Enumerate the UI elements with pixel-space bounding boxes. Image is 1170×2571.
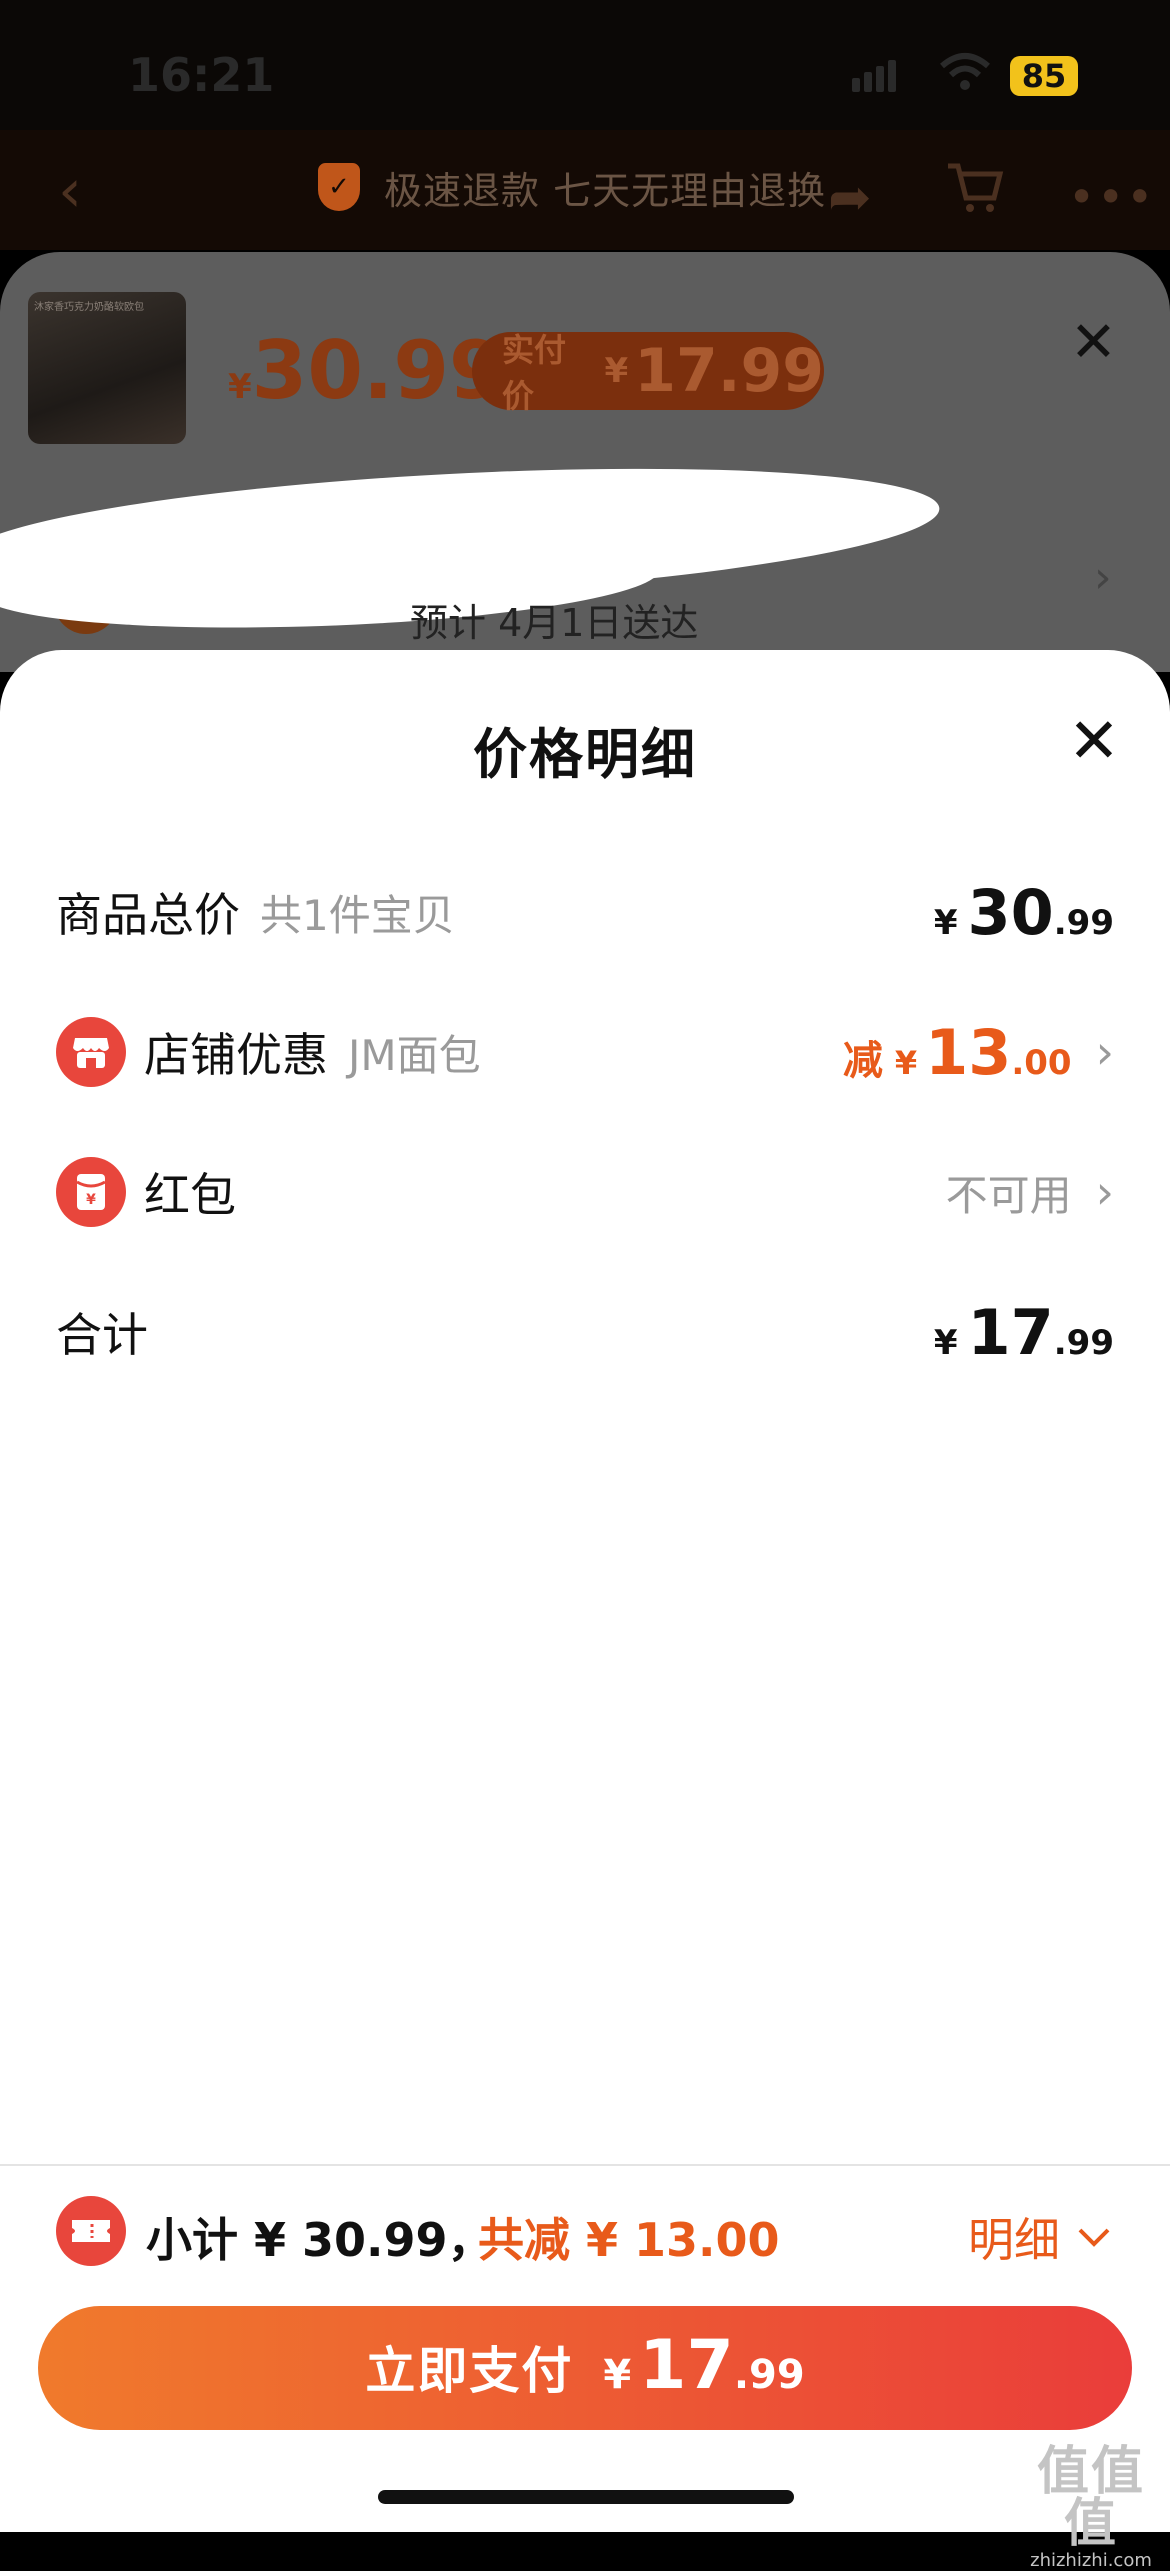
price-integer: 30 — [967, 875, 1054, 949]
more-icon[interactable]: ••• — [1068, 170, 1155, 224]
row-sublabel: 共1件宝贝 — [260, 890, 455, 940]
red-packet-icon: ¥ — [56, 1157, 126, 1227]
row-label: 商品总价 — [56, 888, 240, 942]
price-decimal: .99 — [1053, 902, 1114, 943]
close-icon[interactable]: ✕ — [1070, 310, 1117, 375]
wifi-icon — [938, 52, 992, 92]
refund-text: 极速退款 七天无理由退换 — [384, 168, 827, 213]
red-packet-status: 不可用 — [945, 1170, 1072, 1220]
chevron-right-icon: › — [1095, 1165, 1114, 1219]
watermark-logo: 值值值 — [1036, 2442, 1145, 2554]
sum-total-price: ¥17.99 — [934, 1296, 1114, 1369]
order-summary-bar: 小计 ¥ 30.99， 共减 ¥ 13.00 明细 — [0, 2186, 1170, 2276]
price-decimal: .99 — [1053, 1322, 1114, 1363]
thumbnail-caption: 沐家香巧克力奶酪软欧包 — [34, 302, 144, 312]
row-label: 店铺优惠 — [144, 1028, 328, 1082]
currency-symbol: ¥ — [933, 902, 958, 943]
site-watermark: 值值值 zhizhizhi.com — [1016, 2446, 1166, 2571]
status-time: 16:21 — [128, 48, 275, 102]
watermark-url: zhizhizhi.com — [1030, 2550, 1152, 2571]
shield-icon: ✓ — [318, 163, 360, 211]
svg-text:¥: ¥ — [86, 1192, 96, 1208]
pay-now-label: 立即支付 — [365, 2342, 574, 2400]
store-icon — [56, 1017, 126, 1087]
home-indicator — [378, 2490, 794, 2504]
price-integer: 17 — [967, 1295, 1054, 1369]
detail-toggle-label: 明细 — [968, 2213, 1060, 2267]
goods-total-price: ¥30.99 — [934, 876, 1114, 949]
coupon-icon — [56, 2196, 126, 2266]
currency-symbol: ¥ — [894, 1043, 918, 1082]
cellular-signal-icon — [852, 60, 900, 92]
discount-prefix: 减 — [842, 1037, 883, 1084]
pay-amount-decimal: .99 — [733, 2352, 805, 2398]
product-price: ¥30.99 — [228, 324, 505, 417]
chevron-down-icon — [1076, 2214, 1112, 2260]
currency-symbol: ¥ — [604, 351, 629, 391]
price-decimal: .00 — [1011, 1042, 1072, 1083]
row-label: 合计 — [56, 1308, 148, 1362]
total-saving-text: 共减 ¥ 13.00 — [478, 2213, 780, 2267]
price-integer: 13 — [925, 1015, 1012, 1089]
currency-symbol: ¥ — [933, 1322, 958, 1363]
delivery-estimate: 预计 4月1日送达 — [410, 601, 699, 645]
back-icon[interactable]: ‹ — [58, 161, 82, 221]
pay-amount-integer: 17 — [639, 2326, 734, 2405]
close-icon[interactable]: ✕ — [1068, 710, 1120, 772]
refund-guarantee: ✓ 极速退款 七天无理由退换 — [318, 152, 826, 222]
row-red-packet[interactable]: ¥ 红包 不可用 › — [0, 1142, 1170, 1242]
actual-pay-value: 17.99 — [634, 336, 824, 406]
actual-pay-badge: 实付价 ¥ 17.99 — [472, 331, 824, 415]
cart-icon[interactable] — [944, 160, 1004, 216]
row-goods-total: 商品总价 共1件宝贝 ¥30.99 — [0, 862, 1170, 962]
sheet-title: 价格明细 — [473, 723, 697, 786]
subtotal-text: 小计 ¥ 30.99， — [146, 2213, 494, 2267]
detail-toggle[interactable]: 明细 — [968, 2204, 1112, 2270]
share-icon[interactable]: ➦ — [828, 168, 872, 228]
divider — [0, 2164, 1170, 2166]
actual-pay-label: 实付价 — [502, 331, 567, 415]
pay-now-button[interactable]: 立即支付 ¥17.99 — [38, 2306, 1132, 2430]
row-sum-total: 合计 ¥17.99 — [0, 1282, 1170, 1382]
store-discount-amount: 减 ¥13.00 — [843, 1016, 1072, 1089]
battery-indicator: 85 — [1010, 56, 1078, 96]
product-thumbnail: 沐家香巧克力奶酪软欧包 — [28, 292, 186, 444]
row-sublabel: JM面包 — [348, 1030, 481, 1080]
chevron-right-icon: › — [1095, 1025, 1114, 1079]
currency-symbol: ¥ — [603, 2352, 632, 2398]
status-bar: 16:21 85 — [0, 0, 1170, 150]
row-store-discount[interactable]: 店铺优惠 JM面包 减 ¥13.00 › — [0, 1002, 1170, 1102]
currency-symbol: ¥ — [228, 367, 252, 407]
chevron-right-icon[interactable]: › — [1094, 552, 1112, 603]
product-sku-sheet: 沐家香巧克力奶酪软欧包 ¥30.99 实付价 ¥ 17.99 ✕ 预计 4月1日… — [0, 252, 1170, 672]
product-price-value: 30.99 — [251, 324, 505, 417]
product-nav-bar: ‹ ✓ 极速退款 七天无理由退换 ➦ ••• — [0, 130, 1170, 250]
row-label: 红包 — [144, 1168, 236, 1222]
